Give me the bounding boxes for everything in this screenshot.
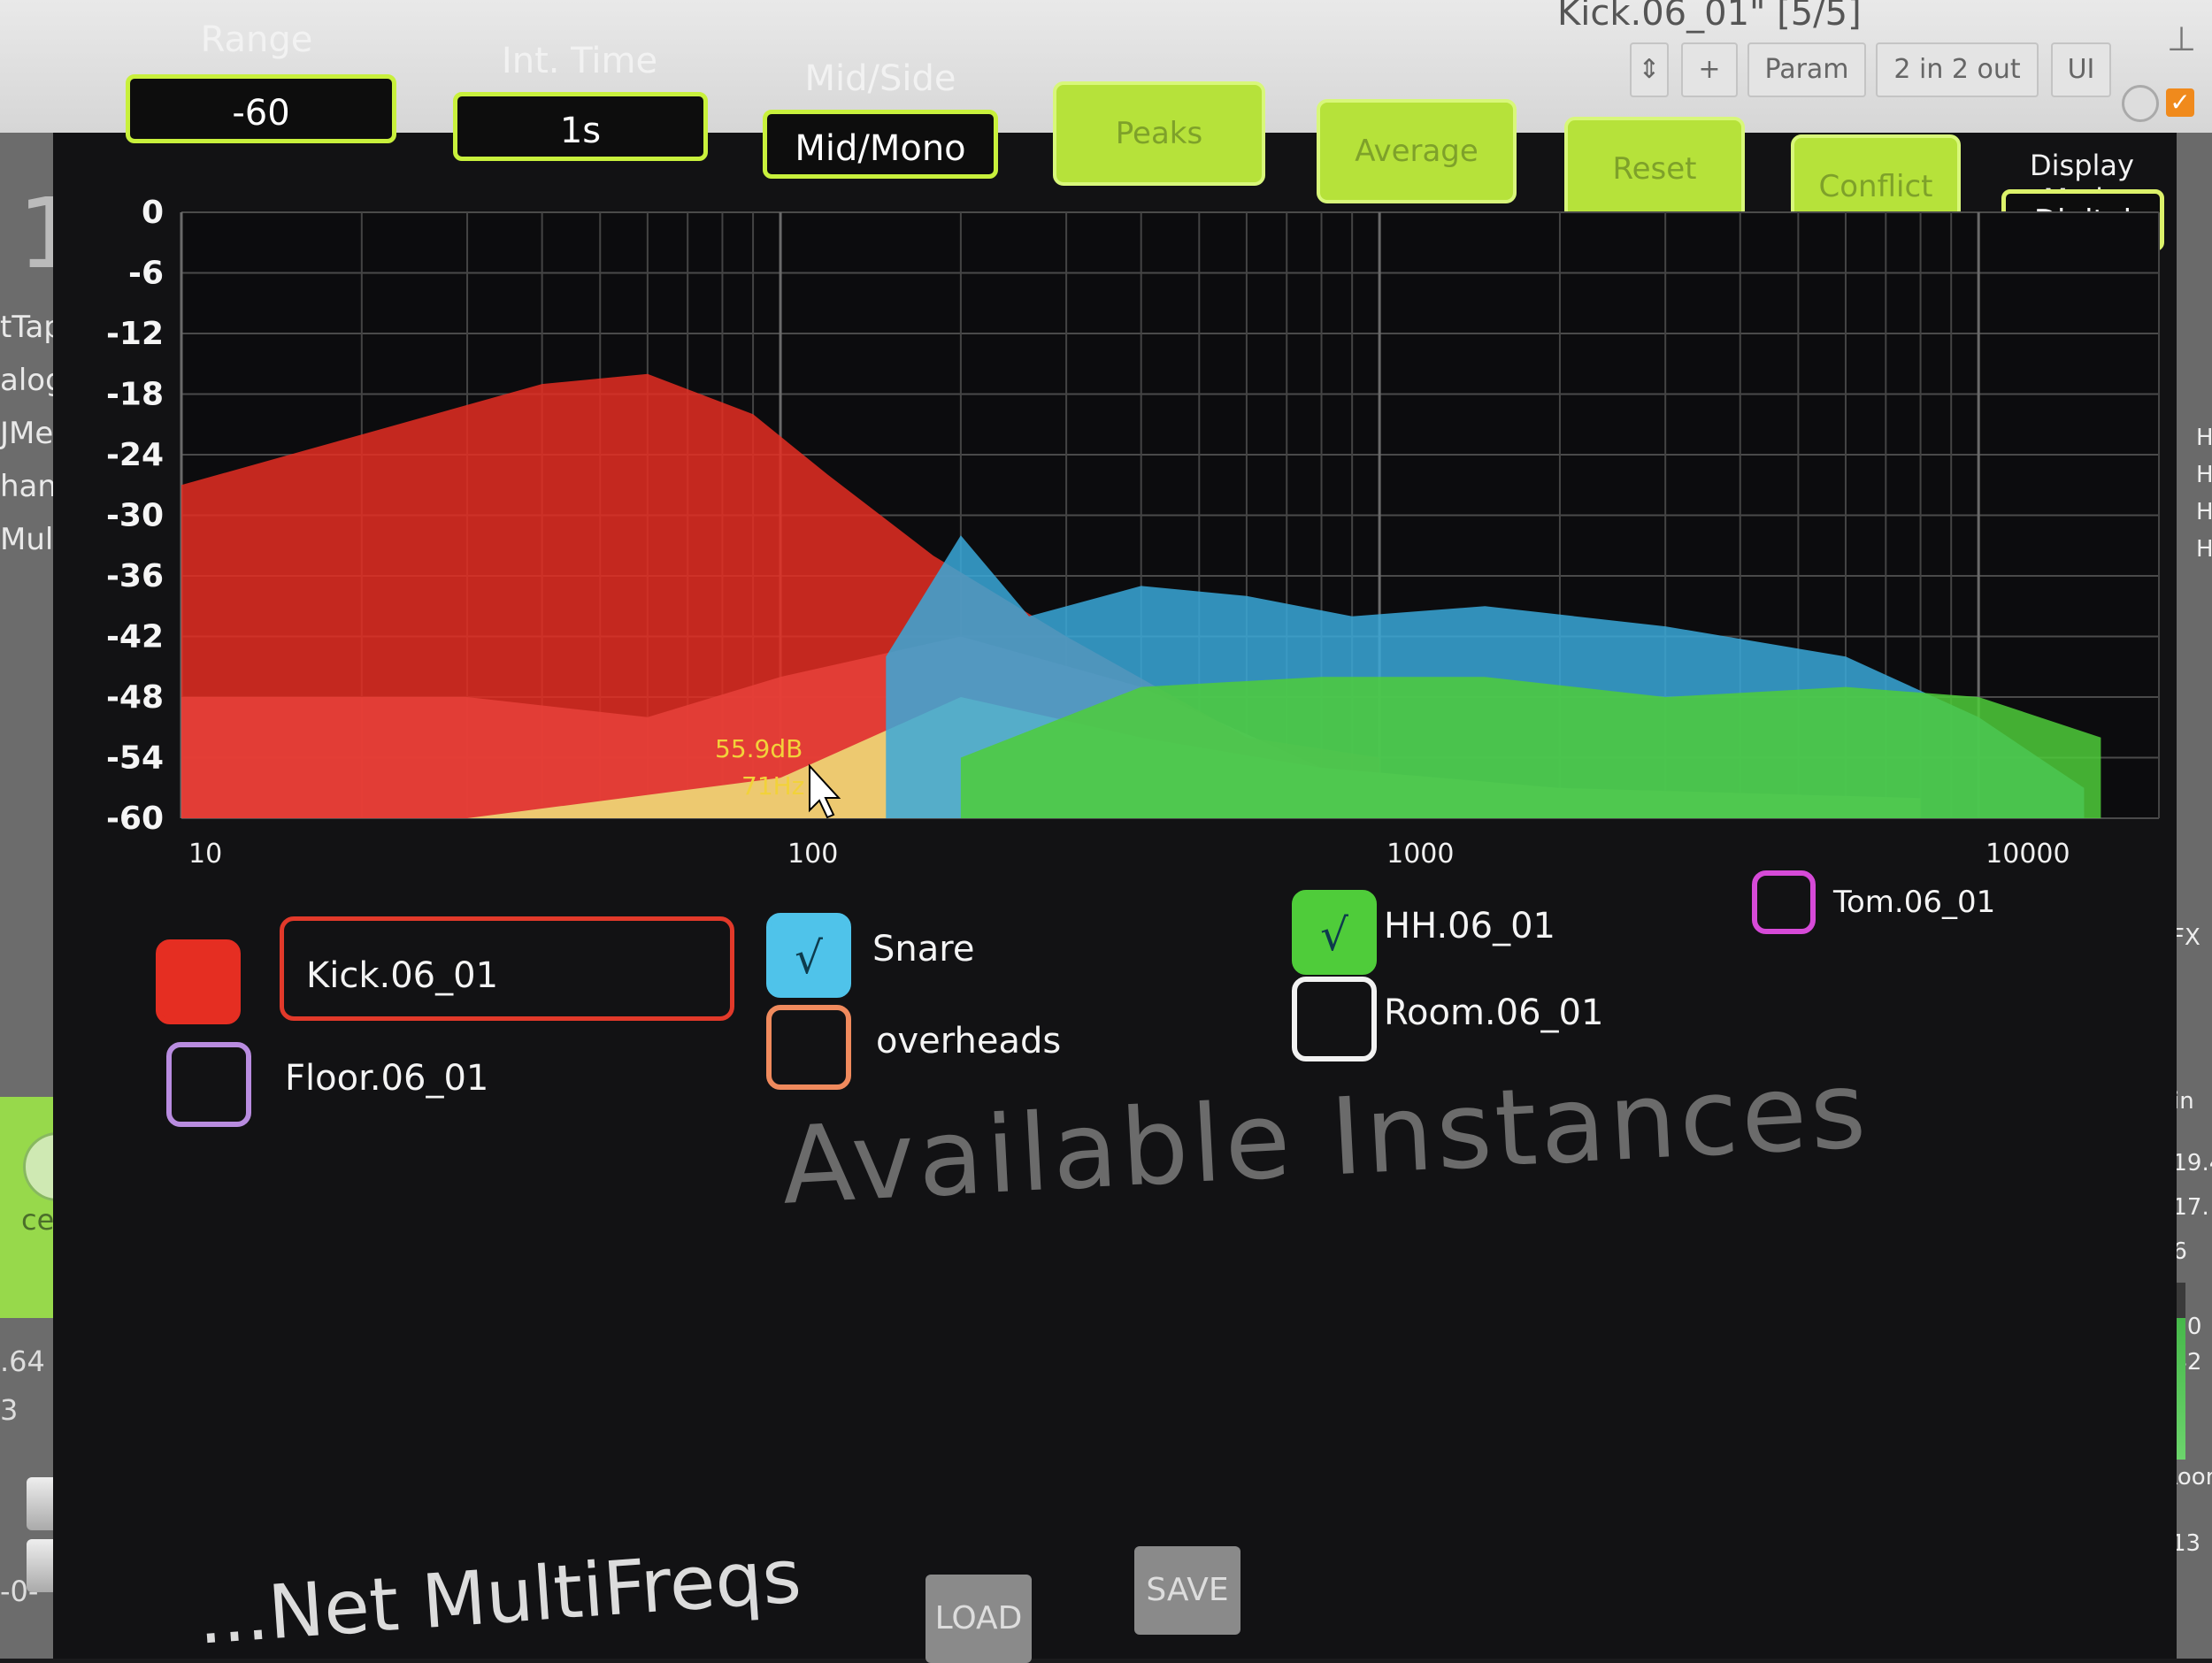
x-tick-label: 100	[787, 839, 838, 870]
instance-label[interactable]: Floor.06_01	[285, 1058, 488, 1099]
x-tick-label: 1000	[1386, 839, 1454, 870]
series-area-hh-06-01	[960, 677, 2101, 818]
instance-checkbox-room-06-01[interactable]	[1292, 977, 1377, 1061]
instance-checkbox-hh-06-01[interactable]: √	[1292, 890, 1377, 975]
y-axis: 0 -6 -12 -18 -24 -30 -36 -42 -48 -54 -60	[106, 195, 164, 837]
y-tick-label: -24	[106, 437, 164, 473]
x-tick-label: 10000	[1985, 839, 2070, 870]
instance-label[interactable]: overheads	[876, 1021, 1061, 1061]
y-tick-label: -36	[106, 558, 164, 594]
instance-label[interactable]: Room.06_01	[1384, 992, 1603, 1033]
instance-label[interactable]: Snare	[872, 929, 974, 969]
y-tick-label: -48	[106, 679, 164, 716]
instance-label[interactable]: Kick.06_01	[306, 955, 498, 996]
instance-checkbox-floor-06-01[interactable]	[166, 1042, 251, 1127]
y-tick-label: -6	[128, 256, 164, 292]
cursor-freq-readout: 71Hz	[741, 771, 804, 801]
save-button[interactable]: SAVE	[1134, 1546, 1240, 1635]
y-tick-label: -42	[106, 619, 164, 655]
instance-checkbox-snare[interactable]: √	[766, 913, 851, 998]
cursor-level-readout: 55.9dB	[715, 734, 803, 763]
y-tick-label: -12	[106, 316, 164, 352]
instance-checkbox-overheads[interactable]	[766, 1005, 851, 1090]
instance-checkbox-tom-06-01[interactable]	[1752, 870, 1816, 934]
instance-label[interactable]: Tom.06_01	[1833, 885, 1995, 920]
y-tick-label: -30	[106, 498, 164, 534]
y-tick-label: -60	[106, 801, 164, 837]
x-axis: 10 100 1000 10000	[188, 839, 2070, 870]
instance-checkbox-kick-06-01[interactable]	[156, 939, 241, 1024]
load-button[interactable]: LOAD	[926, 1575, 1032, 1663]
x-tick-label: 10	[188, 839, 222, 870]
y-tick-label: -18	[106, 377, 164, 413]
y-tick-label: 0	[142, 195, 164, 231]
spectrum-chart[interactable]: 0 -6 -12 -18 -24 -30 -36 -42 -48 -54 -60 10 100 1000…	[0, 0, 2212, 1659]
y-tick-label: -54	[106, 740, 164, 777]
instance-label[interactable]: HH.06_01	[1384, 906, 1555, 946]
